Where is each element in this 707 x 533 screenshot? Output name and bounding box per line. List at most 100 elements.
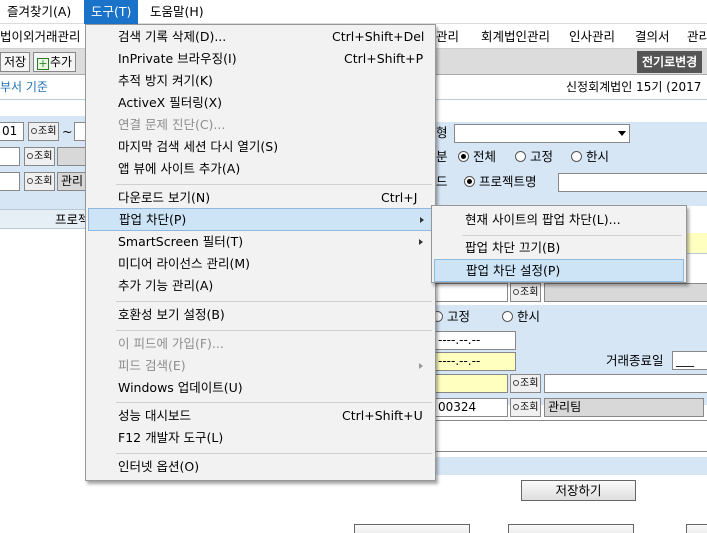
type-select[interactable] bbox=[454, 124, 630, 143]
tools-menu: 검색 기록 삭제(D)... Ctrl+Shift+Del InPrivate 브… bbox=[85, 24, 436, 481]
nav-item-resolution[interactable]: 결의서 bbox=[635, 24, 670, 49]
menu-bar: 즐겨찾기(A) 도구(T) 도움말(H) bbox=[0, 0, 707, 24]
radio-onetime-label: 한시 bbox=[586, 149, 610, 164]
menu-item-activex-filter[interactable]: ActiveX 필터링(X) bbox=[88, 92, 433, 114]
search-label: 조회 bbox=[520, 378, 539, 389]
submenu-item-block-current-site[interactable]: 현재 사이트의 팝업 차단(L)... bbox=[434, 209, 684, 231]
menu-item-popup-blocker[interactable]: 팝업 차단(P) bbox=[88, 208, 433, 231]
search-icon bbox=[27, 153, 33, 159]
menu-item-downloads[interactable]: 다운로드 보기(N) Ctrl+J bbox=[88, 187, 433, 209]
menu-separator bbox=[116, 453, 432, 454]
menu-item-smartscreen[interactable]: SmartScreen 필터(T) bbox=[88, 231, 433, 253]
date-input-1[interactable]: ----.--.-- bbox=[434, 331, 516, 350]
radio-fixed-label: 고정 bbox=[530, 149, 554, 164]
radio-project-name[interactable]: 프로젝트명 bbox=[464, 174, 537, 190]
menu-item-diagnose: 연결 문제 진단(C)... bbox=[118, 117, 226, 132]
search-label: 조회 bbox=[520, 402, 539, 413]
radio-all[interactable]: 전체 bbox=[458, 149, 496, 165]
radio-all-label: 전체 bbox=[473, 149, 497, 164]
menu-item-perf-dashboard[interactable]: 성능 대시보드 Ctrl+Shift+U bbox=[88, 405, 433, 427]
nav-item-manage[interactable]: 관리 bbox=[436, 24, 459, 49]
chevron-right-icon bbox=[419, 363, 423, 369]
radio-off-icon bbox=[502, 311, 513, 322]
menu-item-inprivate[interactable]: InPrivate 브라우징(I) Ctrl+Shift+P bbox=[88, 48, 433, 70]
right-search-button-3[interactable]: 조회 bbox=[510, 398, 542, 417]
menu-item-internet-options[interactable]: 인터넷 옵션(O) bbox=[88, 456, 433, 478]
right-field-code[interactable] bbox=[434, 283, 508, 302]
save-submit-button[interactable]: 저장하기 bbox=[521, 480, 636, 501]
tilde-label: ~ bbox=[62, 124, 73, 139]
bottom-button-1[interactable] bbox=[354, 524, 470, 533]
project-name-input[interactable] bbox=[558, 173, 707, 192]
menu-item-media-license[interactable]: 미디어 라이선스 관리(M) bbox=[88, 253, 433, 275]
bottom-button-3[interactable] bbox=[686, 524, 707, 533]
search-icon bbox=[513, 380, 519, 386]
popup-blocker-submenu: 현재 사이트의 팝업 차단(L)... 팝업 차단 끄기(B) 팝업 차단 설정… bbox=[431, 205, 687, 283]
date-input-2[interactable]: ----.--.-- bbox=[434, 352, 516, 371]
right-field-yellow[interactable] bbox=[434, 374, 508, 393]
menu-separator bbox=[116, 402, 432, 403]
menu-favorites[interactable]: 즐겨찾기(A) bbox=[0, 0, 78, 24]
chevron-down-icon bbox=[618, 131, 626, 136]
search-icon bbox=[513, 289, 519, 295]
team-field: 관리팀 bbox=[544, 398, 704, 417]
nav-item-hr[interactable]: 인사관리 bbox=[569, 24, 615, 49]
right-search-button-2[interactable]: 조회 bbox=[510, 374, 542, 393]
nav-item-manage2[interactable]: 관리 bbox=[687, 24, 707, 49]
right-search-button-1[interactable]: 조회 bbox=[510, 283, 542, 302]
menu-item-add-app-view[interactable]: 앱 뷰에 사이트 추가(A) bbox=[88, 158, 433, 180]
search-icon bbox=[513, 404, 519, 410]
radio-off-icon bbox=[515, 151, 526, 162]
save-button[interactable]: 저장 bbox=[0, 52, 31, 72]
menu-item-feed-discovery: 피드 검색(E) bbox=[88, 355, 433, 377]
menu-item-addons[interactable]: 추가 기능 관리(A) bbox=[88, 275, 433, 297]
manage-field: 관리 bbox=[57, 172, 87, 191]
left-field-2-name bbox=[57, 147, 87, 166]
radio-on-icon bbox=[458, 151, 469, 162]
menu-tools[interactable]: 도구(T) bbox=[84, 0, 139, 24]
nav-item-external[interactable]: 법이외거래관리 bbox=[0, 24, 81, 49]
menu-item-tracking-protection[interactable]: 추적 방지 켜기(K) bbox=[88, 70, 433, 92]
submenu-item-turn-off-blocker[interactable]: 팝업 차단 끄기(B) bbox=[434, 237, 684, 259]
add-button[interactable]: + 추가 bbox=[33, 52, 77, 72]
right-field-name bbox=[544, 283, 707, 302]
menu-item-f12-devtools[interactable]: F12 개발자 도구(L) bbox=[88, 427, 433, 449]
submenu-item-blocker-settings[interactable]: 팝업 차단 설정(P) bbox=[434, 259, 684, 282]
left-field-3[interactable] bbox=[0, 172, 20, 191]
memo-input[interactable] bbox=[434, 420, 707, 452]
menu-item-compat-view[interactable]: 호환성 보기 설정(B) bbox=[88, 304, 433, 326]
firm-period-label: 신정회계법인 15기 (2017 bbox=[566, 80, 702, 94]
right-field-blank[interactable] bbox=[544, 374, 707, 393]
menu-item-windows-update[interactable]: Windows 업데이트(U) bbox=[88, 377, 433, 399]
radio-project-label: 프로젝트명 bbox=[479, 174, 537, 189]
save-label: 저장 bbox=[4, 55, 27, 69]
radio-onetime-2[interactable]: 한시 bbox=[502, 309, 540, 325]
end-date-input[interactable]: ___ bbox=[672, 351, 707, 370]
menu-item-reopen-session[interactable]: 마지막 검색 세션 다시 열기(S) bbox=[88, 136, 433, 158]
search-icon bbox=[27, 178, 33, 184]
radio-fixed-2[interactable]: 고정 bbox=[432, 309, 470, 325]
radio-fixed2-label: 고정 bbox=[447, 309, 471, 324]
left-search-button-3[interactable]: 조회 bbox=[24, 172, 56, 191]
left-search-button-1[interactable]: 조회 bbox=[28, 122, 60, 141]
left-field-2[interactable] bbox=[0, 147, 20, 166]
menu-separator bbox=[462, 235, 682, 236]
radio-on-icon bbox=[464, 176, 475, 187]
radio-onetime[interactable]: 한시 bbox=[571, 149, 609, 165]
radio-off-icon bbox=[571, 151, 582, 162]
date-from-input[interactable]: 01 bbox=[0, 122, 24, 141]
menu-help[interactable]: 도움말(H) bbox=[143, 0, 211, 24]
code-input[interactable]: 00324 bbox=[434, 398, 508, 417]
bottom-button-2[interactable] bbox=[508, 524, 634, 533]
code-label: 드 bbox=[436, 174, 448, 189]
nav-item-firm[interactable]: 회계법인관리 bbox=[481, 24, 550, 49]
switch-period-button[interactable]: 전기로변경 bbox=[637, 51, 703, 73]
search-icon bbox=[31, 128, 37, 134]
left-search-button-2[interactable]: 조회 bbox=[24, 147, 56, 166]
menu-item-delete-history[interactable]: 검색 기록 삭제(D)... Ctrl+Shift+Del bbox=[88, 26, 433, 48]
menu-separator bbox=[116, 330, 432, 331]
search-label: 조회 bbox=[34, 151, 53, 162]
type-label: 형 bbox=[436, 125, 448, 140]
radio-fixed[interactable]: 고정 bbox=[515, 149, 553, 165]
radio-onetime2-label: 한시 bbox=[517, 309, 541, 324]
